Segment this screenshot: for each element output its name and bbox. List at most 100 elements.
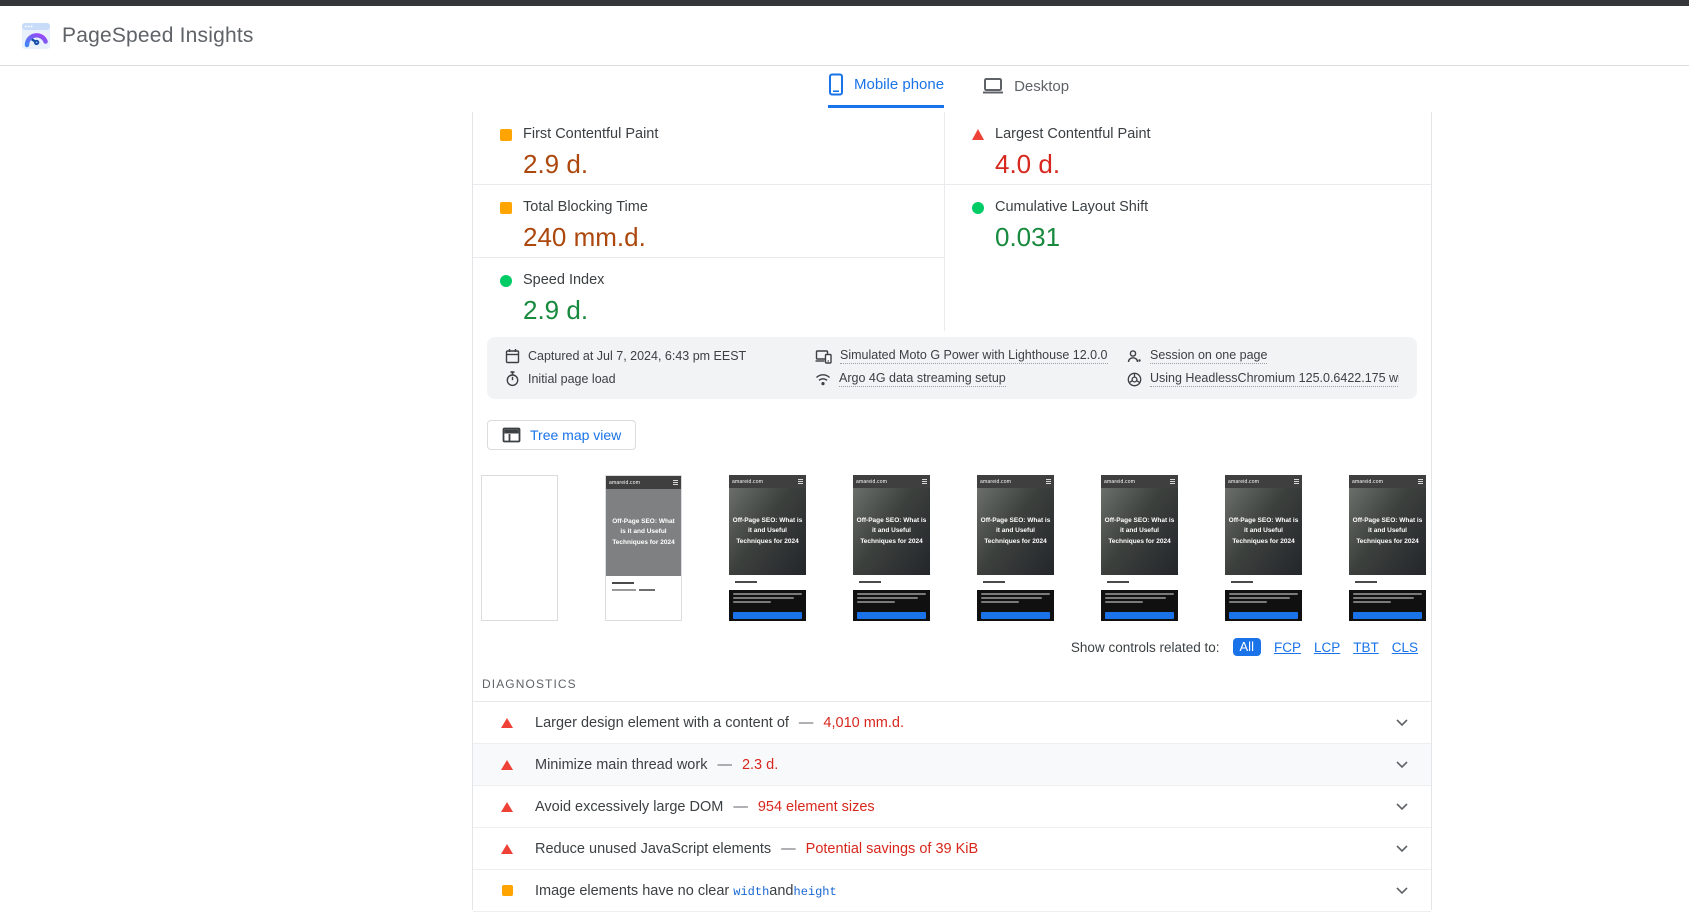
chevron-down-icon[interactable] [1396,760,1408,769]
filter-lcp[interactable]: LCP [1314,640,1340,655]
fail-status-icon [501,759,513,770]
pass-status-icon [972,201,984,214]
cookie-accept-button [1105,612,1174,619]
thumb-page-title: Off-Page SEO: What is it and Useful Tech… [1228,517,1299,545]
metric-filter-bar: Show controls related to: All FCP LCP TB… [473,638,1418,656]
diagnostic-row-minimize-main-thread[interactable]: Minimize main thread work — 2.3 d. [473,744,1431,786]
metric-cumulative-layout-shift: Cumulative Layout Shift 0.031 [944,185,1431,258]
chevron-down-icon[interactable] [1396,844,1408,853]
metric-value: 2.9 d. [523,149,589,179]
thumb-site-label: amareid.com [1352,478,1384,485]
desktop-icon [982,77,1004,95]
filmstrip-frame: amareid.com Off-Page SEO: What is it and… [1101,475,1178,621]
filter-label: Show controls related to: [1070,639,1220,655]
diagnostic-row-larger-design-element[interactable]: Larger design element with a content of … [473,702,1431,744]
thumb-text-rule [859,581,881,583]
thumb-page-title: Off-Page SEO: What is it and Useful Tech… [856,517,927,545]
metric-name: Speed Index [523,272,605,288]
tab-desktop-label: Desktop [1014,77,1070,95]
metric-value: 240 mm.d. [523,222,646,252]
diagnostic-title: Reduce unused JavaScript elements [535,840,772,857]
chromium-icon [1127,372,1142,386]
hamburger-menu-icon [798,479,803,484]
cookie-banner [1349,590,1426,621]
thumb-site-label: amareid.com [1228,478,1260,485]
chevron-down-icon[interactable] [1396,718,1408,727]
thumb-text-rule [1107,581,1129,583]
filter-cls[interactable]: CLS [1392,640,1418,655]
chevron-down-icon[interactable] [1396,802,1408,811]
thumb-site-label: amareid.com [980,478,1012,485]
diagnostic-value: 954 element sizes [757,798,875,815]
separator-dash: — [781,840,796,857]
pagespeed-logo-icon[interactable] [21,21,51,51]
thumb-text-rule [735,581,757,583]
thumb-page-title: Off-Page SEO: What is it and Useful Tech… [980,517,1051,545]
cookie-banner [977,590,1054,621]
captured-at-text: Captured at Jul 7, 2024, 6:43 pm EEST [528,349,747,363]
diagnostics-heading: DIAGNOSTICS [482,677,577,691]
hamburger-menu-icon [1046,479,1051,484]
fail-status-icon [501,717,513,728]
filmstrip-frame: amareid.com Off-Page SEO: What is it and… [853,475,930,621]
capture-environment-box: Captured at Jul 7, 2024, 6:43 pm EEST Si… [487,337,1417,399]
thumb-page-title: Off-Page SEO: What is it and Useful Tech… [1104,517,1175,545]
hamburger-menu-icon [922,479,927,484]
tab-mobile-phone[interactable]: Mobile phone [828,73,945,108]
metric-name: First Contentful Paint [523,126,659,142]
tree-map-view-button[interactable]: Tree map view [487,420,637,450]
metric-empty-cell [944,258,1431,331]
separator-dash: — [717,756,732,773]
hamburger-menu-icon [673,480,678,485]
metric-name: Largest Contentful Paint [995,126,1151,142]
app-header: PageSpeed Insights [0,6,1689,66]
session-link[interactable]: Session on one page [1127,348,1399,364]
metric-first-contentful-paint: First Contentful Paint 2.9 d. [473,112,944,185]
diagnostic-row-image-dimensions[interactable]: Image elements have no clear widthandhei… [473,870,1431,912]
report-panel: First Contentful Paint 2.9 d. Largest Co… [472,112,1432,912]
chevron-down-icon[interactable] [1396,886,1408,895]
calendar-icon [505,349,520,364]
cookie-accept-button [981,612,1050,619]
diagnostic-value: 4,010 mm.d. [823,714,904,731]
chromium-version-link[interactable]: Using HeadlessChromium 125.0.6422.175 wi… [1127,371,1399,387]
filter-fcp[interactable]: FCP [1274,640,1301,655]
diagnostic-value: 2.3 d. [741,756,779,773]
tab-desktop[interactable]: Desktop [982,73,1069,108]
diagnostics-list: Larger design element with a content of … [473,701,1431,912]
metric-total-blocking-time: Total Blocking Time 240 mm.d. [473,185,944,258]
diagnostic-title: Minimize main thread work [535,756,708,773]
thumb-page-title: Off-Page SEO: What is it and Useful Tech… [1352,517,1423,545]
diagnostic-title: Avoid excessively large DOM [535,798,724,815]
filmstrip-frame: amareid.com Off-Page SEO: What is it and… [729,475,806,621]
fail-status-icon [972,129,984,140]
thumb-page-title: Off-Page SEO: What is it and Useful Tech… [612,518,675,546]
thumb-text-rule [1355,581,1377,583]
cookie-accept-button [857,612,926,619]
cookie-banner [1101,590,1178,621]
thumb-text-rule [612,582,634,584]
initial-page-load-text: Initial page load [528,372,616,386]
cookie-accept-button [1353,612,1422,619]
diagnostic-row-reduce-unused-javascript[interactable]: Reduce unused JavaScript elements — Pote… [473,828,1431,870]
filter-all[interactable]: All [1232,638,1261,656]
thumb-site-label: amareid.com [609,479,641,486]
filter-tbt[interactable]: TBT [1353,640,1379,655]
code-height: height [793,884,837,899]
separator-dash: — [733,798,748,815]
metric-largest-contentful-paint: Largest Contentful Paint 4.0 d. [944,112,1431,185]
treemap-icon [502,427,521,443]
filmstrip-frame: amareid.com Off-Page SEO: What is it and… [1349,475,1426,621]
metric-name: Total Blocking Time [523,199,648,215]
simulated-device-link[interactable]: Simulated Moto G Power with Lighthouse 1… [815,348,1127,364]
diagnostic-row-avoid-large-dom[interactable]: Avoid excessively large DOM — 954 elemen… [473,786,1431,828]
initial-page-load-item: Initial page load [505,371,815,387]
thumb-text-rule [1231,581,1253,583]
cookie-banner [729,590,806,621]
metric-value: 2.9 d. [523,295,589,325]
network-throttle-link[interactable]: Argo 4G data streaming setup [815,371,1127,387]
cookie-banner [1225,590,1302,621]
metric-name: Cumulative Layout Shift [995,199,1149,215]
thumb-site-label: amareid.com [732,478,764,485]
fail-status-icon [501,843,513,854]
